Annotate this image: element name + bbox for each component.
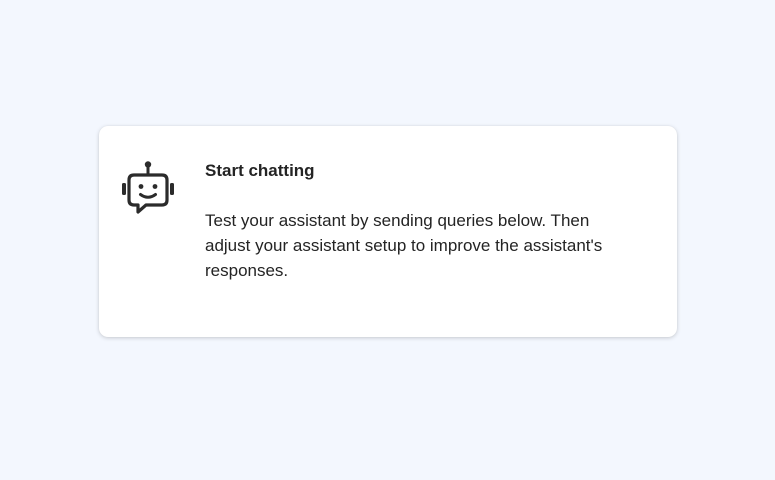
bot-icon [120,159,176,223]
card-content: Start chatting Test your assistant by se… [205,160,625,283]
card-description: Test your assistant by sending queries b… [205,211,603,280]
start-chatting-card: Start chatting Test your assistant by se… [99,126,677,337]
card-title: Start chatting [205,161,315,180]
page: Start chatting Test your assistant by se… [0,0,775,480]
